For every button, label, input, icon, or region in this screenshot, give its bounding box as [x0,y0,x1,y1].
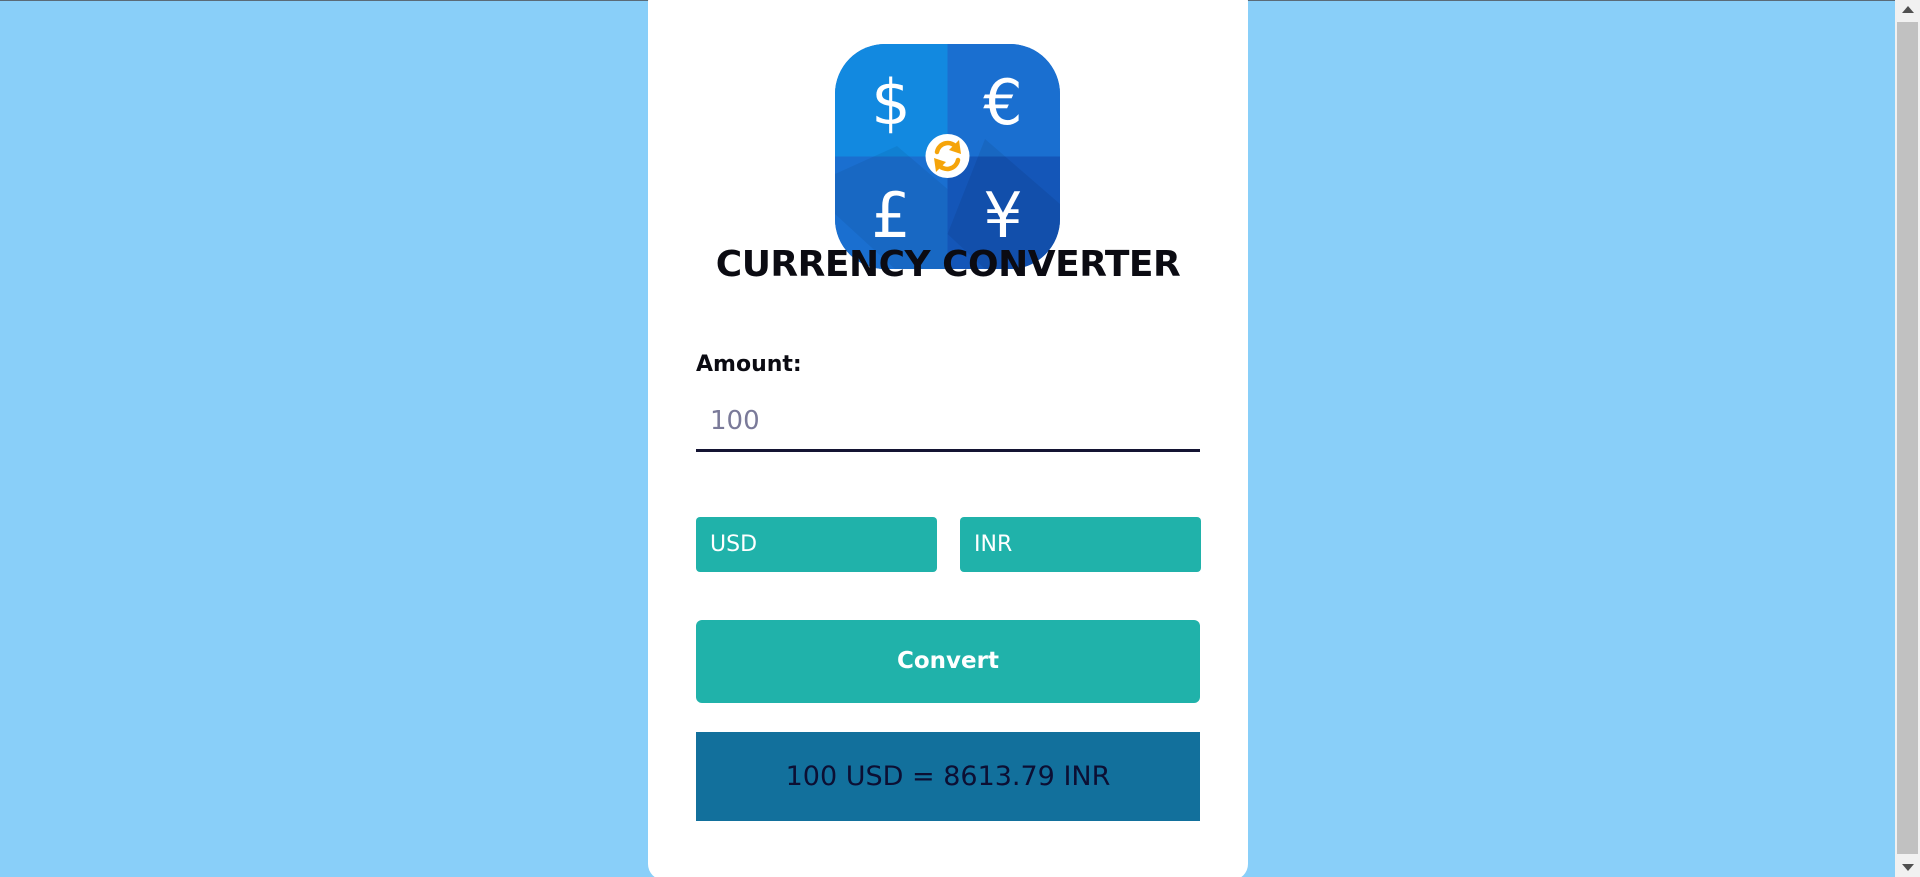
from-currency-select[interactable]: USD [696,517,937,572]
vertical-scrollbar[interactable] [1895,0,1920,877]
convert-button[interactable]: Convert [696,620,1200,703]
to-currency-value: INR [974,532,1013,557]
conversion-result: 100 USD = 8613.79 INR [696,732,1200,821]
scroll-up-arrow-icon[interactable] [1902,6,1914,13]
to-currency-select[interactable]: INR [960,517,1201,572]
amount-label: Amount: [696,352,802,377]
yen-symbol: ¥ [983,179,1022,252]
from-currency-value: USD [710,532,758,557]
scroll-down-arrow-icon[interactable] [1902,864,1914,871]
pound-symbol: £ [871,179,910,252]
dollar-symbol: $ [871,66,910,139]
euro-symbol: € [983,66,1022,139]
exchange-arrows-icon [925,134,970,178]
converter-card: $ € £ ¥ CURRENCY CONVERTER Amount: USD I… [648,0,1248,877]
scrollbar-thumb[interactable] [1897,22,1918,854]
amount-input[interactable] [696,392,1200,452]
page-title: CURRENCY CONVERTER [715,244,1181,285]
currency-exchange-icon: $ € £ ¥ [835,44,1060,269]
